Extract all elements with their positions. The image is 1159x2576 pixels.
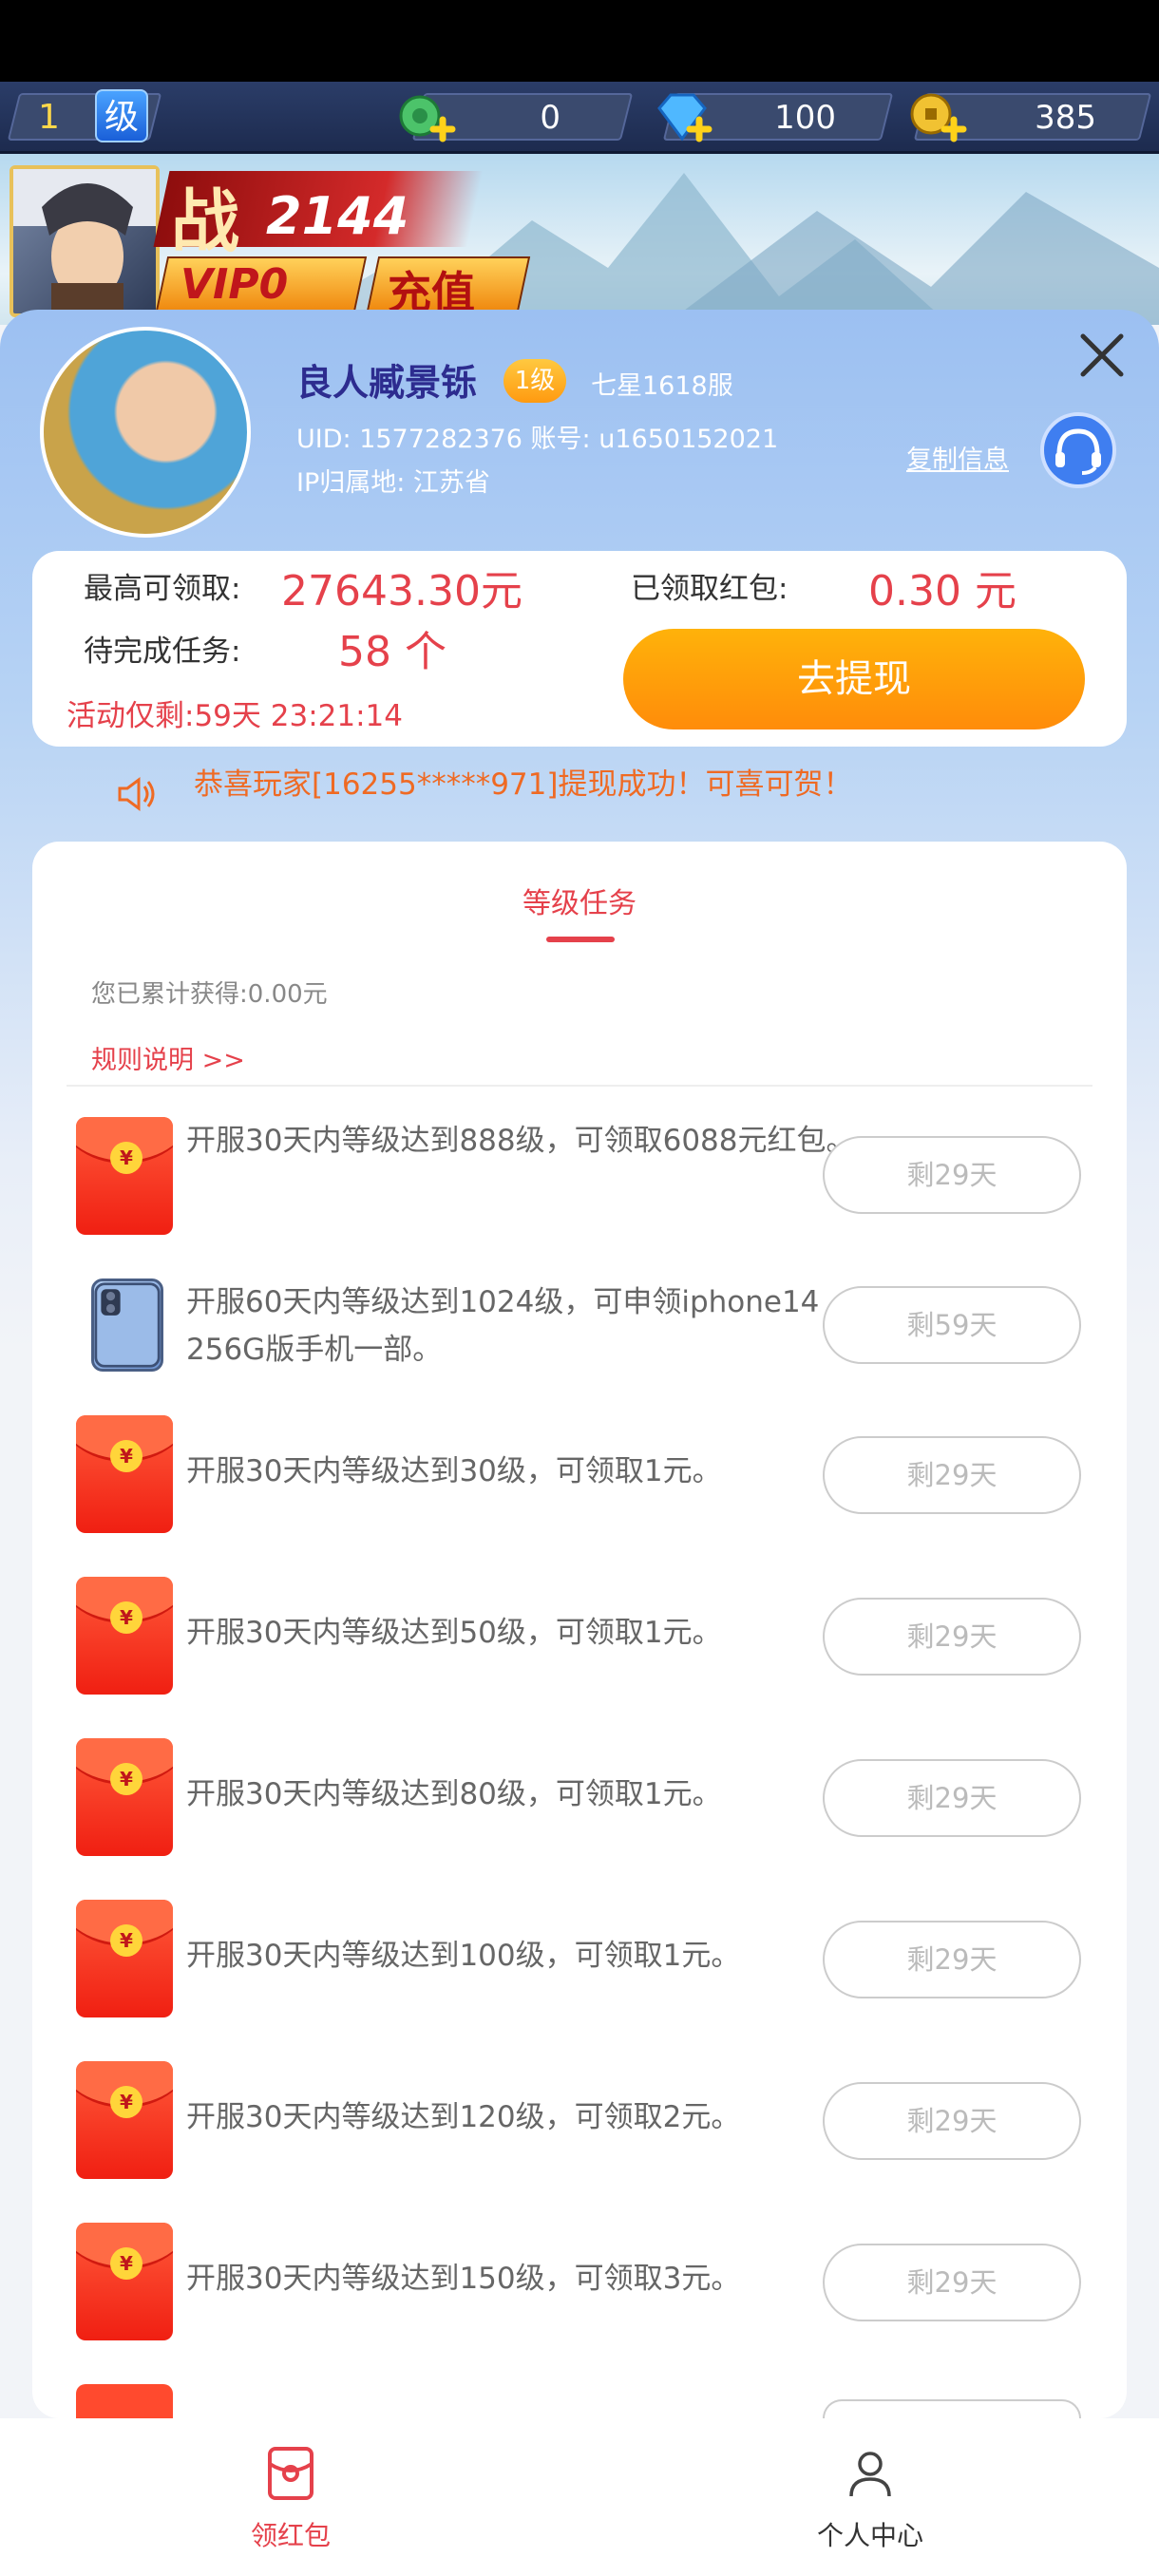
bottom-nav xyxy=(0,2418,1159,2576)
nav-redpacket-label: 领红包 xyxy=(250,2520,331,2551)
pending-tasks-label: 待完成任务: xyxy=(84,635,241,669)
divider xyxy=(66,1085,1092,1087)
list-item: ¥ 开服30天内等级达到120级，可领取2元。 剩29天 xyxy=(66,2061,1092,2194)
nav-redpacket[interactable]: 领红包 xyxy=(177,2445,405,2553)
server-name: 七星1618服 xyxy=(591,371,733,401)
hero-face-icon xyxy=(13,169,156,313)
received-value: 0.30 元 xyxy=(868,567,1016,616)
level-badge: 级 xyxy=(95,89,148,142)
list-item: ¥ 开服30天内等级达到150级，可领取3元。 剩29天 xyxy=(66,2223,1092,2356)
withdraw-button[interactable]: 去提现 xyxy=(623,629,1085,729)
task-description: 开服30天内等级达到150级，可领取3元。 xyxy=(186,2262,741,2296)
red-envelope-icon: ¥ xyxy=(76,1738,173,1856)
task-status-button[interactable]: 剩29天 xyxy=(823,1759,1081,1837)
earned-total: 您已累计获得:0.00元 xyxy=(91,980,328,1009)
red-envelope-icon: ¥ xyxy=(76,1415,173,1533)
red-envelope-icon: ¥ xyxy=(76,2223,173,2340)
list-item: ¥ 开服30天内等级达到80级，可领取1元。 剩29天 xyxy=(66,1738,1092,1871)
redpacket-icon xyxy=(268,2447,314,2500)
vip-label: VIP0 xyxy=(180,260,289,309)
list-item: ¥ 开服30天内等级达到50级，可领取1元。 剩29天 xyxy=(66,1577,1092,1710)
task-description: 开服30天内等级达到120级，可领取2元。 xyxy=(186,2100,741,2134)
received-label: 已领取红包: xyxy=(631,572,788,606)
list-item: ¥ 开服30天内等级达到30级，可领取1元。 剩29天 xyxy=(66,1415,1092,1548)
activity-countdown: 活动仅剩:59天 23:21:14 xyxy=(66,699,403,733)
task-description: 开服30天内等级达到888级，可领取6088元红包。 xyxy=(186,1124,856,1158)
power-value: 2144 xyxy=(266,186,409,246)
red-envelope-icon: ¥ xyxy=(76,1900,173,2017)
ip-location: IP归属地: 江苏省 xyxy=(296,468,490,498)
diamond-count: 100 xyxy=(774,99,836,137)
task-status-button[interactable]: 剩29天 xyxy=(823,1136,1081,1214)
gold-count: 385 xyxy=(1035,99,1096,137)
nav-profile[interactable]: 个人中心 xyxy=(756,2445,984,2553)
task-status-button[interactable]: 剩59天 xyxy=(823,1286,1081,1364)
player-level-badge: 1级 xyxy=(504,359,566,403)
max-claim-value: 27643.30元 xyxy=(281,567,522,616)
hero-portrait[interactable] xyxy=(10,165,160,317)
customer-service-button[interactable] xyxy=(1040,412,1116,488)
list-item: ¥ 开服30天内等级达到888级，可领取6088元红包。 剩29天 xyxy=(66,1117,1092,1250)
task-status-button[interactable]: 剩29天 xyxy=(823,2244,1081,2321)
player-name: 良人臧景铄 xyxy=(296,362,478,404)
max-claim-label: 最高可领取: xyxy=(84,572,241,606)
gold-add-icon[interactable] xyxy=(906,87,967,148)
headset-icon xyxy=(1055,428,1101,475)
jade-count: 0 xyxy=(540,99,560,137)
task-status-button[interactable]: 剩29天 xyxy=(823,1598,1081,1676)
copy-info-link[interactable]: 复制信息 xyxy=(906,439,1009,476)
avatar xyxy=(40,327,251,538)
list-item: ¥ 开服30天内等级达到100级，可领取1元。 剩29天 xyxy=(66,1900,1092,2033)
task-status-button-partial xyxy=(823,2399,1081,2418)
rules-link[interactable]: 规则说明 >> xyxy=(91,1039,245,1076)
task-description: 开服30天内等级达到30级，可领取1元。 xyxy=(186,1454,722,1488)
task-description: 开服30天内等级达到80级，可领取1元。 xyxy=(186,1777,722,1811)
task-status-button[interactable]: 剩29天 xyxy=(823,2082,1081,2160)
resource-bar: 1 级 0 100 385 xyxy=(0,82,1159,154)
speaker-icon xyxy=(118,777,155,811)
list-item-partial xyxy=(76,2384,173,2418)
tab-indicator xyxy=(546,937,615,942)
phone-icon xyxy=(91,1279,163,1372)
tab-level-tasks[interactable]: 等级任务 xyxy=(0,880,1159,921)
diamond-add-icon[interactable] xyxy=(652,87,712,148)
nav-profile-label: 个人中心 xyxy=(816,2520,923,2551)
task-status-button[interactable]: 剩29天 xyxy=(823,1436,1081,1514)
jade-add-icon[interactable] xyxy=(395,87,456,148)
red-envelope-icon: ¥ xyxy=(76,1577,173,1695)
close-icon[interactable] xyxy=(1074,327,1130,384)
task-description: 开服30天内等级达到50级，可领取1元。 xyxy=(186,1616,722,1650)
red-envelope-icon: ¥ xyxy=(76,1117,173,1235)
task-description: 开服60天内等级达到1024级，可申领iphone14 256G版手机一部。 xyxy=(186,1285,820,1367)
power-label: 战 xyxy=(171,181,240,261)
winner-notice: 恭喜玩家[16255*****971]提现成功！可喜可贺！ xyxy=(194,767,853,802)
task-description: 开服30天内等级达到100级，可领取1元。 xyxy=(186,1939,741,1973)
list-item: 开服60天内等级达到1024级，可申领iphone14 256G版手机一部。 剩… xyxy=(66,1279,1092,1411)
red-envelope-icon: ¥ xyxy=(76,2061,173,2179)
player-level-number: 1 xyxy=(38,98,60,137)
task-status-button[interactable]: 剩29天 xyxy=(823,1921,1081,1998)
status-bar xyxy=(0,0,1159,82)
pending-tasks-value: 58 个 xyxy=(338,628,446,676)
user-icon xyxy=(849,2452,891,2497)
uid-account: UID: 1577282376 账号: u1650152021 xyxy=(296,425,779,454)
